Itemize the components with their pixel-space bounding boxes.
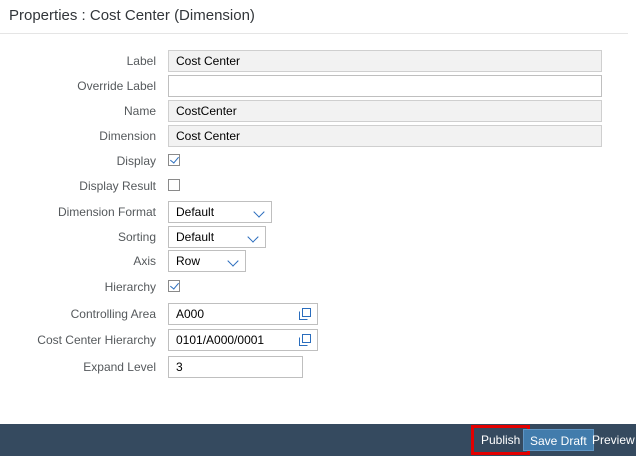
dimension-format-row: Dimension Format Default bbox=[0, 201, 636, 225]
display-result-label: Display Result bbox=[79, 179, 156, 193]
checkmark-icon bbox=[170, 154, 179, 164]
display-label: Display bbox=[116, 154, 156, 168]
value-help-icon[interactable] bbox=[298, 333, 312, 347]
header-divider bbox=[0, 33, 628, 34]
name-label: Name bbox=[123, 104, 156, 118]
page-title: Properties : Cost Center (Dimension) bbox=[9, 7, 255, 24]
label-label: Label bbox=[126, 54, 156, 68]
value-help-icon[interactable] bbox=[298, 307, 312, 321]
sorting-select[interactable]: Default bbox=[168, 226, 266, 248]
axis-value: Row bbox=[176, 254, 201, 268]
axis-select[interactable]: Row bbox=[168, 250, 246, 272]
sorting-label: Sorting bbox=[117, 230, 156, 244]
dimension-format-select[interactable]: Default bbox=[168, 201, 272, 223]
hierarchy-label: Hierarchy bbox=[104, 280, 156, 294]
display-checkbox[interactable] bbox=[168, 154, 180, 166]
dimension-format-value: Default bbox=[176, 205, 215, 219]
cost-center-hierarchy-value: 0101/A000/0001 bbox=[176, 333, 265, 347]
preview-button[interactable]: Preview bbox=[586, 429, 636, 451]
override-label-row: Override Label bbox=[0, 75, 636, 99]
name-field: CostCenter bbox=[168, 100, 602, 122]
save-draft-button[interactable]: Save Draft bbox=[523, 429, 594, 451]
axis-row: Axis Row bbox=[0, 250, 636, 274]
cost-center-hierarchy-label: Cost Center Hierarchy bbox=[37, 333, 156, 347]
controlling-area-label: Controlling Area bbox=[70, 307, 156, 321]
sorting-value: Default bbox=[176, 230, 215, 244]
display-result-row: Display Result bbox=[0, 176, 636, 200]
expand-level-input[interactable]: 3 bbox=[168, 356, 303, 378]
dimension-format-label: Dimension Format bbox=[57, 205, 156, 219]
sorting-row: Sorting Default bbox=[0, 226, 636, 250]
override-label-label: Override Label bbox=[77, 79, 156, 93]
label-field: Cost Center bbox=[168, 50, 602, 72]
checkmark-icon bbox=[170, 280, 179, 290]
dimension-label: Dimension bbox=[99, 129, 156, 143]
dimension-field: Cost Center bbox=[168, 125, 602, 147]
chevron-down-icon bbox=[227, 255, 239, 267]
publish-button[interactable]: Publish bbox=[470, 425, 531, 455]
axis-label: Axis bbox=[133, 254, 156, 268]
cost-center-hierarchy-input[interactable]: 0101/A000/0001 bbox=[168, 329, 318, 351]
hierarchy-row: Hierarchy bbox=[0, 277, 636, 301]
name-row: Name CostCenter bbox=[0, 100, 636, 124]
override-label-input[interactable] bbox=[168, 75, 602, 97]
display-result-checkbox[interactable] bbox=[168, 179, 180, 191]
footer-toolbar: Publish Save Draft Preview bbox=[0, 424, 636, 456]
expand-level-label: Expand Level bbox=[83, 360, 156, 374]
expand-level-row: Expand Level 3 bbox=[0, 356, 636, 380]
display-row: Display bbox=[0, 151, 636, 175]
dimension-row: Dimension Cost Center bbox=[0, 125, 636, 149]
controlling-area-input[interactable]: A000 bbox=[168, 303, 318, 325]
controlling-area-value: A000 bbox=[176, 307, 205, 321]
cost-center-hierarchy-row: Cost Center Hierarchy 0101/A000/0001 bbox=[0, 329, 636, 353]
controlling-area-row: Controlling Area A000 bbox=[0, 303, 636, 327]
hierarchy-checkbox[interactable] bbox=[168, 280, 180, 292]
chevron-down-icon bbox=[253, 206, 265, 218]
label-row: Label Cost Center bbox=[0, 50, 636, 74]
chevron-down-icon bbox=[247, 231, 259, 243]
